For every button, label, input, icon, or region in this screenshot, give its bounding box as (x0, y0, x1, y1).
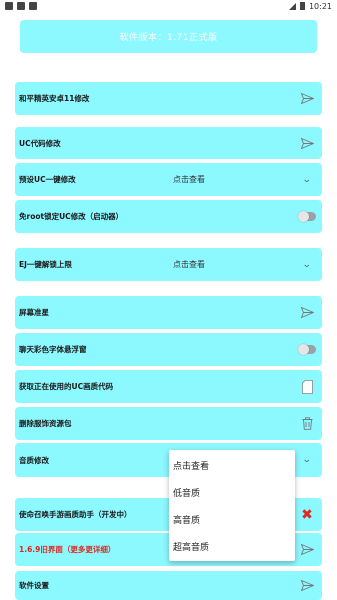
chevron-down-icon[interactable]: ⌄ (298, 171, 316, 189)
clock: 10:21 (308, 1, 332, 11)
row-select-value[interactable]: 点击查看 (173, 174, 205, 185)
row-label: 和平精英安卓11修改 (19, 94, 90, 103)
chevron-down-icon[interactable]: ⌄ (298, 256, 316, 274)
row-label: 1.6.9旧界面（更多更详细） (19, 545, 116, 554)
row-label: UC代码修改 (19, 138, 61, 148)
row-preset-uc[interactable]: 预设UC一键修改 点击查看 ⌄ (15, 163, 322, 196)
row-noroot-lock[interactable]: 免root锁定UC修改（启动器） (15, 200, 322, 233)
chevron-down-icon[interactable]: ⌄ (298, 451, 316, 469)
row-label: 聊天彩色字体悬浮窗 (19, 345, 87, 354)
row-label: 获取正在使用的UC画质代码 (19, 382, 114, 391)
row-crosshair[interactable]: 屏幕准星 (15, 296, 322, 329)
toggle-switch[interactable] (298, 208, 316, 226)
row-label: 删除服饰资源包 (19, 419, 72, 428)
row-label: EJ一键解锁上限 (19, 260, 72, 269)
dropdown-option-high[interactable]: 高音质 (169, 506, 295, 533)
row-label: 使命召唤手游画质助手（开发中） (19, 510, 132, 519)
dropdown-option-view[interactable]: 点击查看 (169, 452, 295, 479)
row-label: 软件设置 (19, 581, 49, 590)
row-chat-color-font[interactable]: 聊天彩色字体悬浮窗 (15, 333, 322, 366)
send-icon[interactable] (298, 90, 316, 108)
status-bar: 10:21 (0, 0, 337, 12)
file-icon[interactable] (298, 378, 316, 396)
toggle-switch[interactable] (298, 341, 316, 359)
signal-icon (288, 2, 296, 10)
send-icon[interactable] (298, 304, 316, 322)
row-select-value[interactable]: 点击查看 (173, 259, 205, 270)
close-icon[interactable]: ✖ (298, 506, 316, 524)
dropdown-option-low[interactable]: 低音质 (169, 479, 295, 506)
row-uc-code[interactable]: UC代码修改 (15, 127, 322, 159)
audio-quality-dropdown: 点击查看 低音质 高音质 超高音质 (169, 450, 295, 561)
row-label: 音质修改 (19, 455, 49, 465)
row-settings[interactable]: 软件设置 (15, 571, 322, 600)
version-button[interactable]: 软件版本：1.71正式版 (20, 20, 317, 53)
row-pubg-android11[interactable]: 和平精英安卓11修改 (15, 82, 322, 115)
battery-icon (299, 2, 305, 10)
row-label: 预设UC一键修改 (19, 175, 76, 184)
toggle-icon (298, 211, 316, 222)
send-icon[interactable] (298, 134, 316, 152)
notification-icon (17, 2, 25, 10)
dropdown-option-ultra[interactable]: 超高音质 (169, 533, 295, 560)
send-icon[interactable] (298, 541, 316, 559)
row-label: 免root锁定UC修改（启动器） (19, 212, 124, 221)
toggle-icon (298, 344, 316, 355)
row-get-uc-code[interactable]: 获取正在使用的UC画质代码 (15, 370, 322, 403)
notification-icon (29, 2, 37, 10)
system-icons: 10:21 (288, 1, 332, 11)
notification-icons (5, 2, 37, 10)
notification-icon (5, 2, 13, 10)
row-ej-unlock[interactable]: EJ一键解锁上限 点击查看 ⌄ (15, 248, 322, 281)
row-delete-skin-pack[interactable]: 删除服饰资源包 (15, 407, 322, 440)
trash-icon[interactable] (298, 415, 316, 433)
row-label: 屏幕准星 (19, 308, 49, 317)
send-icon[interactable] (298, 577, 316, 595)
